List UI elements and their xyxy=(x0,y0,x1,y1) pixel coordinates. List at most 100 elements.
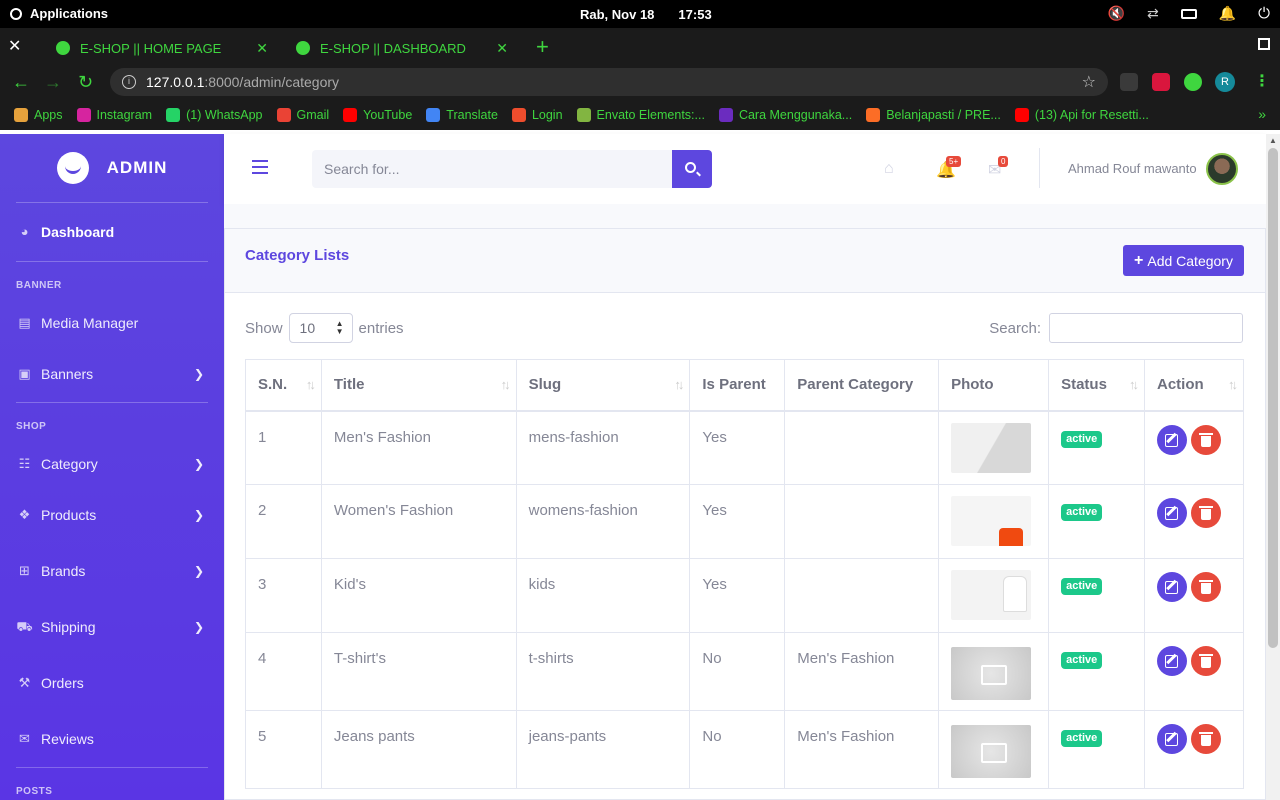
tab-dashboard[interactable]: E-SHOP || DASHBOARD ✕ xyxy=(284,32,520,64)
search-button[interactable] xyxy=(672,150,712,188)
applications-menu[interactable]: Applications xyxy=(30,6,108,21)
bookmark-item[interactable]: (1) WhatsApp xyxy=(166,108,263,122)
avatar[interactable] xyxy=(1206,153,1238,185)
alerts-bell-icon[interactable]: 🔔 5+ xyxy=(936,156,962,180)
close-tab-icon[interactable]: ✕ xyxy=(496,40,508,57)
sidebar-item-products[interactable]: ❖ Products ❯ xyxy=(0,487,224,543)
back-arrow-icon[interactable]: ← xyxy=(12,72,30,93)
column-header-title[interactable]: Title ↑↓ xyxy=(320,359,517,412)
bookmark-item[interactable]: Login xyxy=(511,108,563,122)
column-header-photo: Photo xyxy=(938,359,1050,412)
video-extension-icon[interactable] xyxy=(1152,73,1170,91)
edit-button[interactable] xyxy=(1157,646,1187,676)
clock[interactable]: Rab, Nov 18 17:53 xyxy=(580,7,712,22)
info-icon[interactable]: i xyxy=(122,75,136,89)
sidebar-item-category[interactable]: ☷ Category ❯ xyxy=(0,441,224,487)
home-icon[interactable]: ⌂ xyxy=(884,160,894,178)
user-name[interactable]: Ahmad Rouf mawanto xyxy=(1068,161,1197,176)
page-scrollbar[interactable]: ▲ xyxy=(1266,134,1280,800)
delete-button[interactable] xyxy=(1191,498,1221,528)
address-bar[interactable]: i 127.0.0.1:8000/admin/category ☆ xyxy=(110,68,1108,96)
sidebar-heading-banner: BANNER xyxy=(16,280,62,291)
sidebar-item-shipping[interactable]: ⛟ Shipping ❯ xyxy=(0,599,224,655)
scroll-up-icon[interactable]: ▲ xyxy=(1269,136,1277,145)
edit-button[interactable] xyxy=(1157,572,1187,602)
browser-tab-strip: ✕ E-SHOP || HOME PAGE ✕ E-SHOP || DASHBO… xyxy=(0,28,1280,64)
sidebar-item-label: Orders xyxy=(41,675,84,691)
pen-extension-icon[interactable] xyxy=(1120,73,1138,91)
scrollbar-thumb[interactable] xyxy=(1268,148,1278,648)
add-category-button[interactable]: + Add Category xyxy=(1123,245,1244,276)
bookmark-item[interactable]: Gmail xyxy=(276,108,329,122)
favicon-icon xyxy=(76,108,91,122)
sidebar-heading-shop: SHOP xyxy=(16,421,47,432)
status-badge: active xyxy=(1061,652,1103,669)
edit-button[interactable] xyxy=(1157,724,1187,754)
column-header-action[interactable]: Action ↑↓ xyxy=(1144,359,1244,412)
table-search-input[interactable] xyxy=(1049,313,1243,343)
delete-button[interactable] xyxy=(1191,424,1221,455)
bookmark-item[interactable]: Apps xyxy=(14,108,63,122)
messages-envelope-icon[interactable]: ✉ 0 xyxy=(988,156,1009,180)
volume-muted-icon[interactable]: 🔇 xyxy=(1108,5,1125,22)
notification-bell-icon[interactable]: 🔔 xyxy=(1219,5,1236,22)
bookmark-item[interactable]: Envato Elements:... xyxy=(576,108,705,122)
power-icon[interactable]: ⏻ xyxy=(1258,5,1270,22)
sidebar-item-orders[interactable]: ⚒ Orders xyxy=(0,655,224,711)
battery-icon[interactable] xyxy=(1180,8,1197,19)
sidebar-item-banners[interactable]: ▣ Banners ❯ xyxy=(0,346,224,402)
bookmark-label: Belanjapasti / PRE... xyxy=(886,108,1001,122)
cell-action xyxy=(1144,410,1244,485)
delete-button[interactable] xyxy=(1191,646,1221,676)
forward-arrow-icon[interactable]: → xyxy=(44,72,62,93)
bookmark-item[interactable]: Translate xyxy=(426,108,498,122)
sidebar-item-label: Shipping xyxy=(41,619,96,635)
column-header-slug[interactable]: Slug ↑↓ xyxy=(515,359,691,412)
close-window-icon[interactable]: ✕ xyxy=(8,36,21,56)
bookmark-item[interactable]: (13) Api for Resetti... xyxy=(1014,108,1149,122)
close-tab-icon[interactable]: ✕ xyxy=(256,40,268,57)
bookmark-item[interactable]: Cara Menggunaka... xyxy=(718,108,852,122)
column-header-sn[interactable]: S.N. ↑↓ xyxy=(245,359,322,412)
bookmark-item[interactable]: Belanjapasti / PRE... xyxy=(866,108,1001,122)
brand[interactable]: ADMIN xyxy=(0,134,224,202)
bookmark-item[interactable]: YouTube xyxy=(343,108,412,122)
bookmark-star-icon[interactable]: ☆ xyxy=(1082,72,1096,92)
tab-home-page[interactable]: E-SHOP || HOME PAGE ✕ xyxy=(44,32,280,64)
sidebar-item-dashboard[interactable]: ◕ Dashboard xyxy=(0,203,224,261)
network-icon[interactable]: ⇄ xyxy=(1147,5,1159,22)
delete-button[interactable] xyxy=(1191,572,1221,602)
entries-label: entries xyxy=(358,319,404,337)
time-label: 17:53 xyxy=(678,7,712,22)
browser-menu-icon[interactable]: ⋮ xyxy=(1254,71,1270,91)
status-badge: active xyxy=(1061,504,1103,521)
search-icon[interactable] xyxy=(10,7,22,20)
entries-select[interactable]: 10 ▲ ▼ xyxy=(288,313,353,343)
brand-text: ADMIN xyxy=(106,158,168,177)
table-search: Search: xyxy=(989,313,1243,343)
comments-icon: ✉ xyxy=(19,731,30,746)
edit-button[interactable] xyxy=(1157,424,1187,455)
sidebar-item-reviews[interactable]: ✉ Reviews xyxy=(0,711,224,767)
sort-icon: ↑↓ xyxy=(305,377,316,392)
search-input[interactable] xyxy=(312,150,672,188)
cell-photo xyxy=(938,484,1050,559)
edit-button[interactable] xyxy=(1157,498,1187,528)
profile-avatar[interactable]: R xyxy=(1215,72,1235,92)
bookmark-label: YouTube xyxy=(363,108,413,122)
cell-photo xyxy=(938,410,1050,485)
reload-icon[interactable]: ↻ xyxy=(78,72,93,93)
delete-button[interactable] xyxy=(1191,724,1221,754)
sidebar-item-brands[interactable]: ⊞ Brands ❯ xyxy=(0,543,224,599)
new-tab-button[interactable]: + xyxy=(536,34,549,60)
tachometer-icon: ◕ xyxy=(20,224,29,239)
cell-sn: 5 xyxy=(245,710,322,789)
more-bookmarks-icon[interactable]: » xyxy=(1258,106,1266,122)
bookmark-item[interactable]: Instagram xyxy=(76,108,152,122)
sidebar-item-media-manager[interactable]: ▤ Media Manager xyxy=(0,300,224,346)
column-header-status[interactable]: Status ↑↓ xyxy=(1048,359,1145,412)
puzzle-extension-icon[interactable] xyxy=(1184,73,1202,91)
cell-slug: kids xyxy=(515,558,691,633)
sidebar-toggle-icon[interactable] xyxy=(252,160,268,174)
restore-window-icon[interactable] xyxy=(1258,38,1270,50)
